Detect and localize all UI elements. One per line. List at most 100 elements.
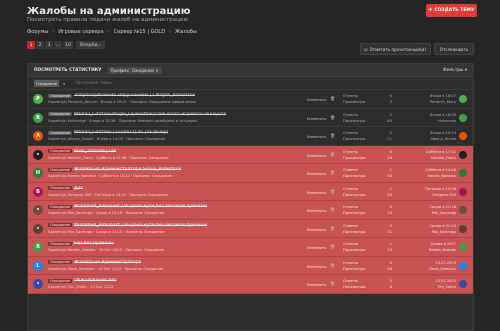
- thread-title-link[interactable]: Muhamed_Bilbonakt / Выдача кути без весо…: [74, 204, 207, 209]
- page-ellipsis[interactable]: ...: [54, 41, 63, 49]
- thread-prefix-badge[interactable]: Ожидание: [48, 167, 72, 172]
- last-post-avatar[interactable]: [459, 95, 467, 103]
- edit-link[interactable]: Изменить: [307, 116, 326, 121]
- edit-link[interactable]: Изменить: [307, 97, 326, 102]
- last-post-user[interactable]: Koheilo_Fuery: [411, 155, 456, 161]
- last-post-user[interactable]: Radlen_Nakebs: [411, 247, 456, 253]
- trash-icon[interactable]: 🗑: [330, 226, 335, 231]
- last-post-avatar[interactable]: [459, 224, 467, 233]
- thread-title-link[interactable]: Без без причины: [74, 241, 114, 246]
- thread-title-link[interactable]: Mikhail_Gibrtaev/Angel_Flyweather/слив в…: [74, 112, 226, 117]
- filters-dropdown[interactable]: Фильтры ▾: [443, 68, 467, 73]
- show-stats-link[interactable]: ПОСМОТРЕТЬ СТАТИСТИКУ: [34, 68, 102, 73]
- avatar[interactable]: •: [33, 149, 43, 160]
- breadcrumb-item-complaints[interactable]: Жалобы: [175, 29, 197, 35]
- edit-link[interactable]: Изменить: [307, 134, 326, 139]
- thread-row[interactable]: • Ожидание Muhamed_Bilbonakt / Выдача кути…: [28, 201, 473, 220]
- page-10[interactable]: 10: [63, 41, 74, 49]
- thread-row[interactable]: • Ожидание Boss_Tornado | Em Удалён(а) Kohe…: [28, 145, 473, 164]
- thread-prefix-badge[interactable]: Ожидание: [48, 204, 72, 209]
- thread-row[interactable]: • Ожидание Muhamed_Bilbonakt / Выдача кути…: [28, 219, 473, 238]
- edit-link[interactable]: Изменить: [307, 208, 326, 213]
- avatar[interactable]: R: [33, 242, 43, 252]
- thread-prefix-badge[interactable]: Ожидание: [48, 260, 72, 264]
- thread-title-link[interactable]: Boss_Tornado | Em: [74, 149, 116, 154]
- thread-title-link[interactable]: Злоупотребление Нарушением | ( Nagim_Rob…: [74, 93, 195, 98]
- thread-prefix-badge[interactable]: Ожидание: [48, 130, 72, 135]
- thread-title-link[interactable]: Muhamed_Bilbonakt / Выдача кути без весо…: [74, 223, 207, 228]
- breadcrumb-item-servers[interactable]: Игровые сервера: [58, 29, 103, 35]
- thread-title-link[interactable]: Обжалование Час: [74, 278, 117, 283]
- trash-icon[interactable]: 🗑: [330, 263, 335, 268]
- thread-title-link[interactable]: Mikhail_Gibrtaev / Gunter Q AT (за фшер): [74, 130, 168, 135]
- last-post-user[interactable]: Tim_Smith: [411, 284, 456, 290]
- page-2[interactable]: 2: [36, 41, 44, 49]
- thread-prefix-badge[interactable]: Ожидание: [48, 149, 72, 153]
- thread-title-link[interactable]: Жалоба на Администратора: [74, 260, 141, 265]
- last-post-user[interactable]: Holzmege: [411, 118, 456, 124]
- thread-row[interactable]: • Ожидание Обжалование Час Удалён(а) Tim_Sm…: [28, 275, 473, 294]
- trash-icon[interactable]: 🗑: [330, 133, 335, 138]
- avatar[interactable]: P: [33, 94, 43, 104]
- avatar[interactable]: A: [33, 131, 43, 141]
- last-post-user[interactable]: Albanu_Rinald: [411, 136, 456, 142]
- edit-link[interactable]: Изменить: [307, 153, 326, 158]
- thread-title-link[interactable]: Жалоба на Администратора Sasuy_Robertson: [74, 167, 181, 172]
- edit-link[interactable]: Изменить: [307, 264, 326, 269]
- avatar[interactable]: •: [33, 223, 43, 234]
- last-post-avatar[interactable]: [459, 132, 467, 140]
- thread-prefix-badge[interactable]: Ожидание: [48, 223, 72, 227]
- last-post-avatar[interactable]: [459, 206, 467, 214]
- edit-link[interactable]: Изменить: [307, 245, 326, 250]
- mark-read-button[interactable]: ☑ Отметить прочитанным(и): [360, 43, 431, 55]
- last-post-avatar[interactable]: [459, 280, 467, 288]
- last-post-user[interactable]: Dave_Seletoov: [411, 266, 456, 272]
- thread-title-input[interactable]: Заголовок темы: [75, 81, 112, 86]
- thread-prefix-badge[interactable]: Ожидание: [48, 278, 72, 283]
- avatar[interactable]: •: [33, 205, 43, 215]
- edit-link[interactable]: Изменить: [307, 227, 326, 232]
- next-page-button[interactable]: Вперёд ›: [76, 41, 105, 49]
- thread-title-link[interactable]: Дак: [74, 186, 83, 191]
- last-post-avatar[interactable]: [459, 261, 467, 270]
- thread-row[interactable]: P Ожидание Злоупотребление Нарушением | ( …: [28, 90, 473, 109]
- last-post-avatar[interactable]: [459, 150, 467, 159]
- trash-icon[interactable]: 🗑: [330, 170, 335, 175]
- thread-row[interactable]: R Ожидание Без без причины Удалён(а) Radlen…: [28, 238, 473, 257]
- last-post-user[interactable]: Pertonin_Kerry: [411, 99, 456, 105]
- page-1[interactable]: 1: [27, 41, 35, 49]
- avatar[interactable]: Н: [33, 168, 43, 178]
- trash-icon[interactable]: 🗑: [330, 189, 335, 194]
- last-post-user[interactable]: Nande_Nakahel: [411, 173, 456, 179]
- close-icon[interactable]: ✕: [155, 68, 158, 73]
- avatar[interactable]: L: [33, 260, 43, 271]
- thread-prefix-badge[interactable]: Ожидание: [48, 112, 72, 116]
- thread-prefix-badge[interactable]: Ожидание: [48, 241, 72, 246]
- watch-button[interactable]: Отслеживать: [434, 43, 474, 55]
- last-post-avatar[interactable]: [459, 243, 467, 251]
- trash-icon[interactable]: 🗑: [330, 96, 335, 101]
- last-post-user[interactable]: Mix_Santrugo: [411, 229, 456, 235]
- thread-prefix-badge[interactable]: Ожидание: [48, 93, 72, 98]
- last-post-user[interactable]: Smigavo SSS: [411, 192, 456, 198]
- thread-prefix-badge[interactable]: Ожидание: [48, 186, 72, 190]
- last-post-user[interactable]: Mix_Santrugo: [411, 210, 456, 216]
- trash-icon[interactable]: 🗑: [330, 281, 335, 286]
- page-3[interactable]: 3: [45, 41, 53, 49]
- trash-icon[interactable]: 🗑: [330, 207, 335, 212]
- edit-link[interactable]: Изменить: [307, 190, 326, 195]
- create-thread-button[interactable]: ✚ СОЗДАТЬ ТЕМУ: [426, 4, 477, 17]
- trash-icon[interactable]: 🗑: [330, 152, 335, 157]
- thread-row[interactable]: A Ожидание Mikhail_Gibrtaev / Gunter Q AT …: [28, 127, 473, 146]
- trash-icon[interactable]: 🗑: [330, 115, 335, 120]
- last-post-avatar[interactable]: [459, 113, 467, 122]
- edit-link[interactable]: Изменить: [307, 282, 326, 287]
- prefix-select[interactable]: Ожидание: [34, 79, 60, 87]
- avatar[interactable]: •: [33, 279, 43, 289]
- breadcrumb-item-server[interactable]: Сервер №15 | GOLD: [114, 29, 165, 35]
- rules-link[interactable]: Посмотреть правила подачи жалоб на админ…: [27, 17, 188, 23]
- prefix-filter-chip[interactable]: Префикс: Ожидание ✕: [107, 66, 162, 74]
- trash-icon[interactable]: 🗑: [330, 244, 335, 249]
- avatar[interactable]: R: [33, 112, 43, 123]
- thread-row[interactable]: Н Ожидание Жалоба на Администратора Sasuy_…: [28, 164, 473, 183]
